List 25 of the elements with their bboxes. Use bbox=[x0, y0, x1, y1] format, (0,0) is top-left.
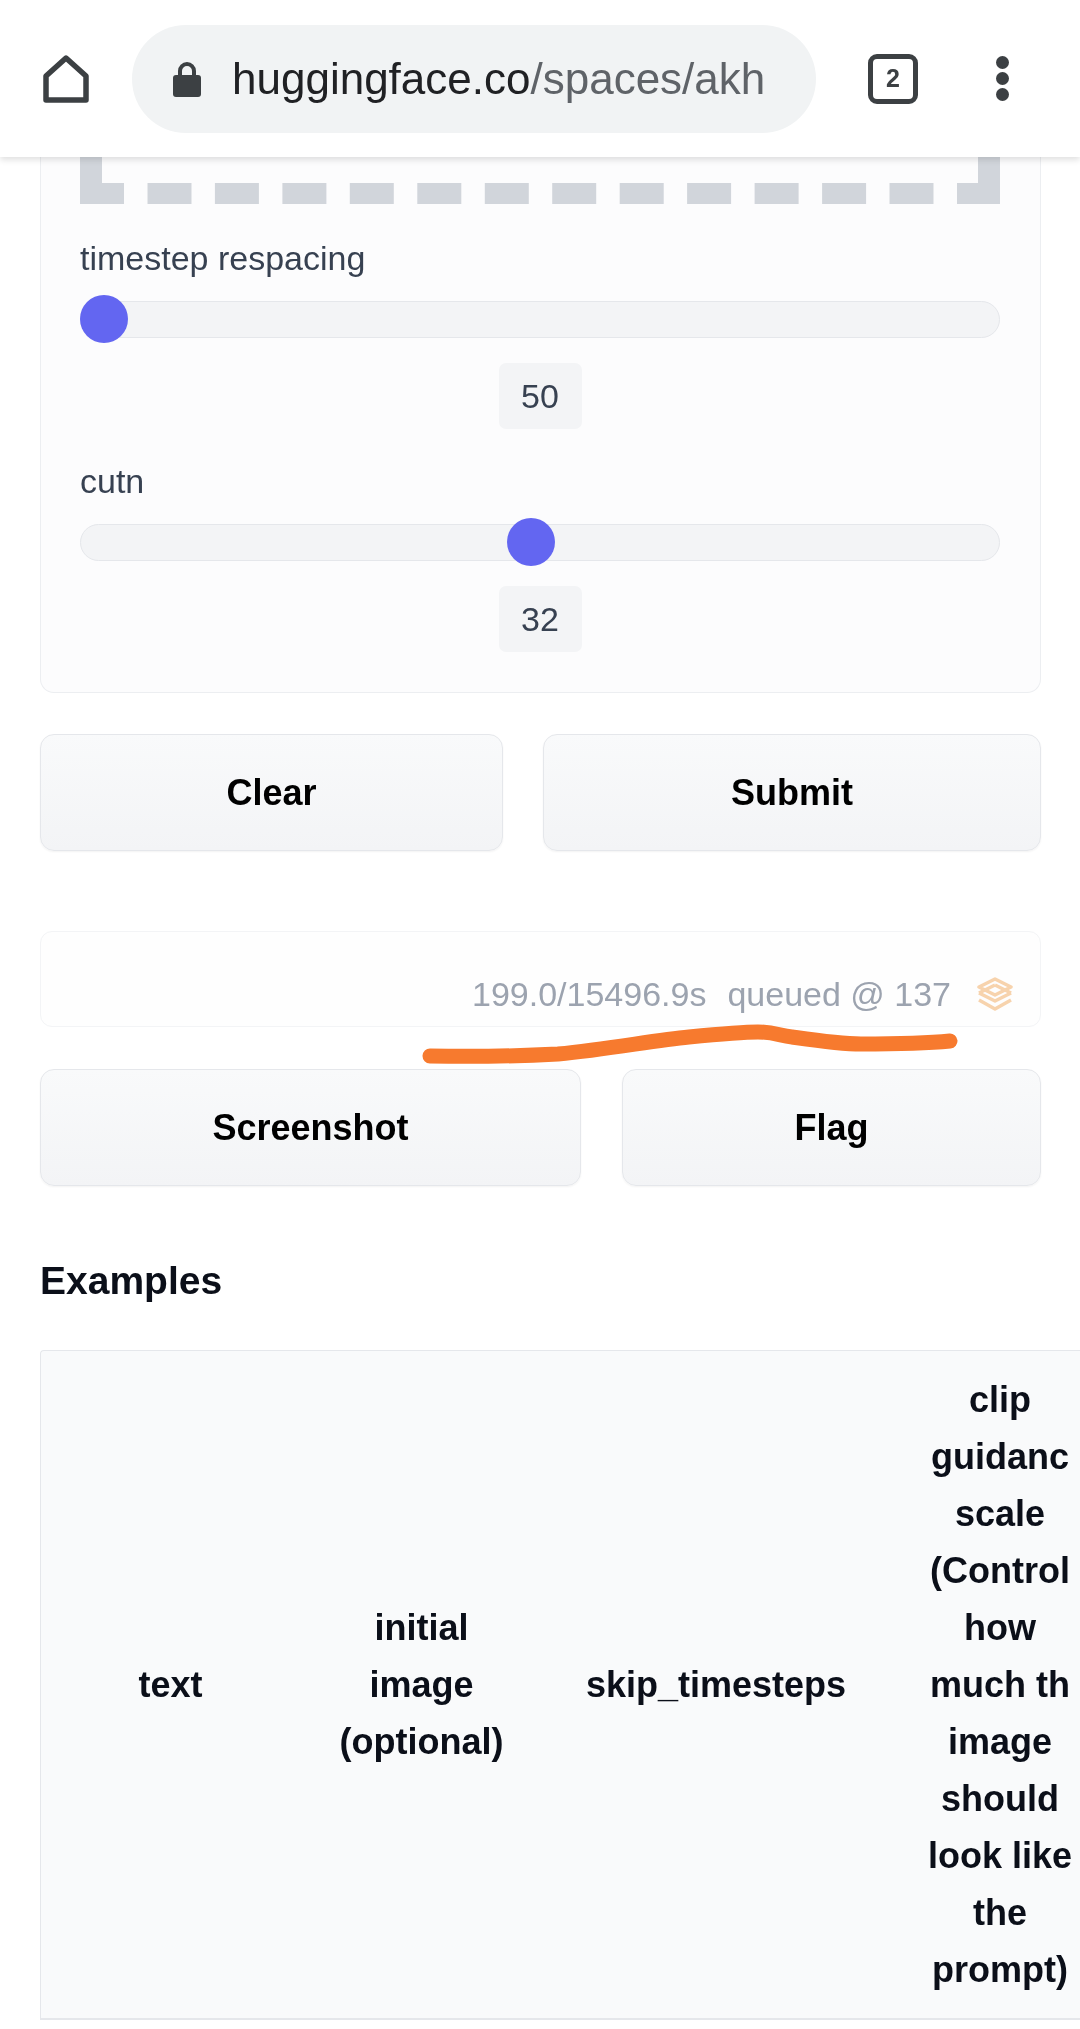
slider-track[interactable] bbox=[80, 518, 1000, 566]
slider-label: timestep respacing bbox=[80, 238, 367, 279]
section-heading: Examples bbox=[40, 1258, 224, 1304]
flag-button[interactable]: Flag bbox=[622, 1069, 1041, 1186]
column-header: initial image (optional) bbox=[300, 1351, 543, 2019]
layers-icon bbox=[977, 977, 1013, 1011]
queue-status: queued @ 137 bbox=[727, 974, 951, 1014]
tab-switcher-button[interactable]: 2 bbox=[868, 53, 918, 104]
more-menu-icon[interactable] bbox=[996, 56, 1009, 101]
slider-value: 50 bbox=[498, 363, 582, 429]
lock-icon bbox=[172, 60, 202, 97]
column-header: clip guidanc scale (Control how much th image should look like the prompt) bbox=[889, 1351, 1080, 2019]
column-header: skip_timesteps bbox=[543, 1351, 889, 2019]
elapsed-time: 199.0/15496.9s bbox=[471, 974, 707, 1014]
home-icon[interactable] bbox=[41, 53, 91, 104]
slider-value: 32 bbox=[498, 586, 582, 652]
submit-button[interactable]: Submit bbox=[543, 734, 1041, 851]
screenshot-button[interactable]: Screenshot bbox=[40, 1069, 581, 1186]
slider-track[interactable] bbox=[80, 295, 1000, 343]
clear-button[interactable]: Clear bbox=[40, 734, 503, 851]
slider-thumb[interactable] bbox=[507, 518, 556, 566]
address-bar[interactable]: huggingface.co/spaces/akh bbox=[132, 24, 816, 133]
column-header: text bbox=[41, 1351, 300, 2019]
slider-label: cutn bbox=[80, 461, 146, 502]
slider-thumb[interactable] bbox=[80, 295, 128, 343]
